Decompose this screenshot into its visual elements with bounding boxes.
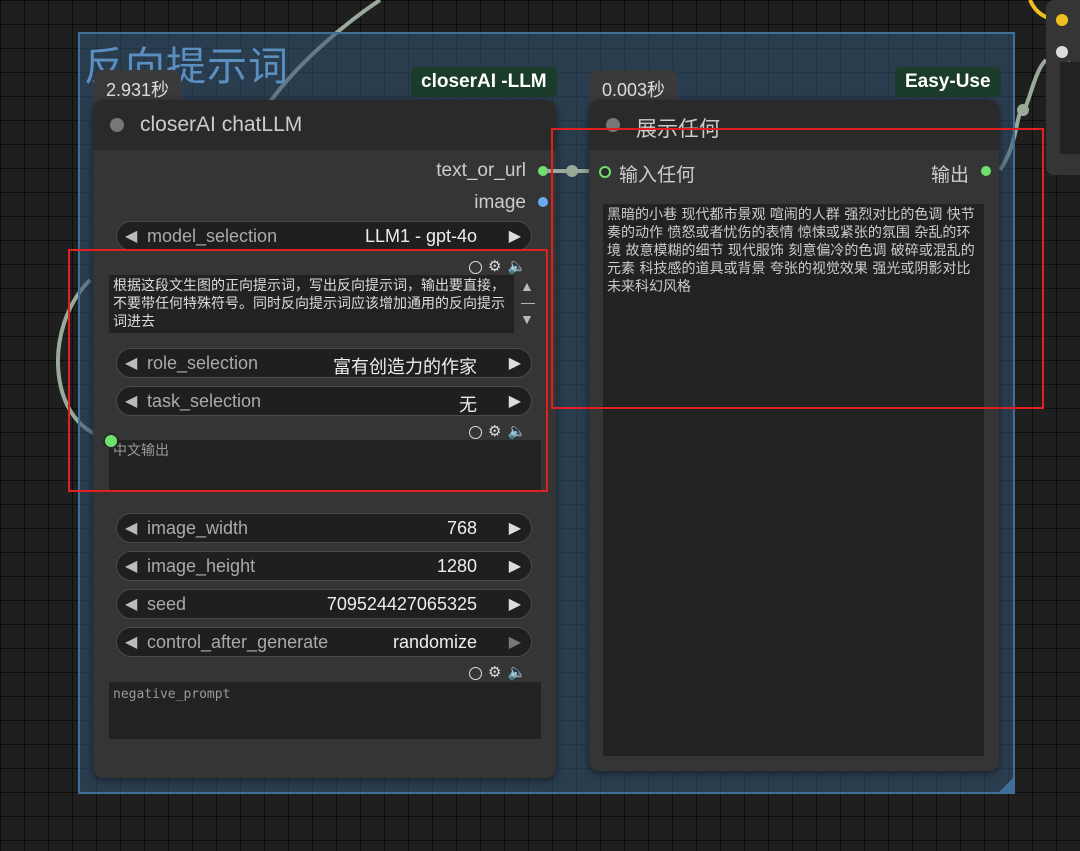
show-tag-badge: Easy-Use [895, 67, 1001, 97]
highlight-box-llm [68, 249, 548, 492]
highlight-box-show [551, 128, 1044, 409]
